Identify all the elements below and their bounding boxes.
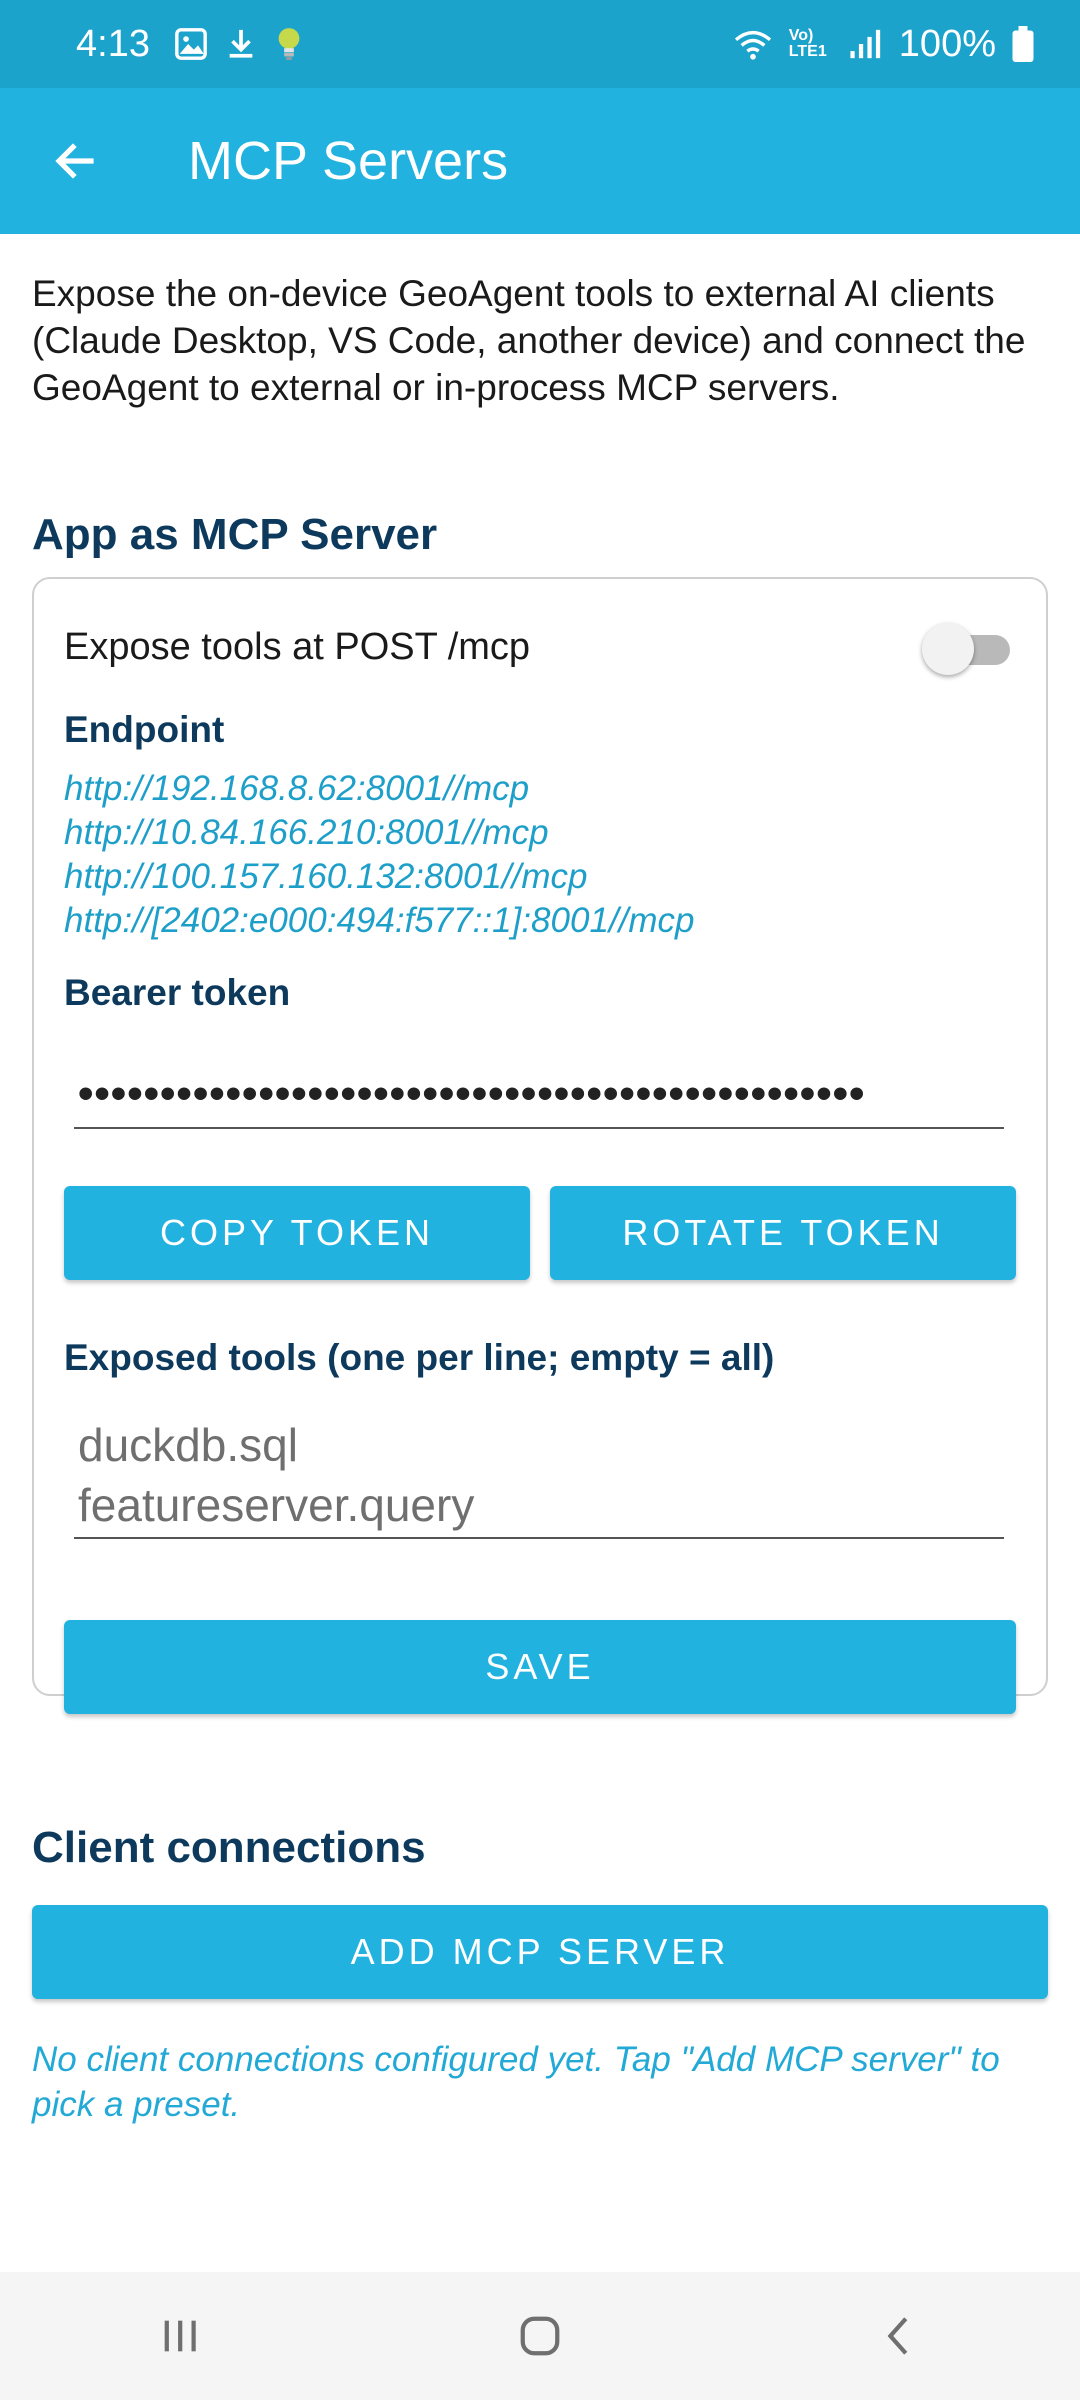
back-nav-icon: [887, 2317, 908, 2355]
recent-apps-icon: [164, 2320, 196, 2352]
copy-token-button[interactable]: COPY TOKEN: [64, 1186, 530, 1280]
home-icon: [520, 2316, 560, 2356]
switch-thumb: [922, 623, 974, 675]
endpoint-url[interactable]: http://100.157.160.132:8001//mcp: [64, 855, 694, 899]
expose-tools-row[interactable]: Expose tools at POST /mcp: [64, 617, 1014, 677]
status-bar-right: Vo) LTE1 100%: [733, 23, 1034, 66]
lightbulb-icon: [274, 26, 304, 62]
battery-icon: [1012, 26, 1034, 62]
server-card: Expose tools at POST /mcp Endpoint http:…: [32, 577, 1048, 1714]
network-type: Vo) LTE1: [788, 27, 827, 60]
back-nav-button[interactable]: [840, 2286, 960, 2386]
signal-icon: [849, 28, 883, 60]
bearer-token-field[interactable]: ••••••••••••••••••••••••••••••••••••••••…: [74, 1061, 1004, 1129]
exposed-tools-input[interactable]: duckdb.sql featureserver.query: [74, 1411, 1004, 1539]
add-mcp-server-button[interactable]: ADD MCP SERVER: [32, 1905, 1048, 1999]
back-button[interactable]: [0, 88, 150, 234]
section-title-clients: Client connections: [32, 1823, 426, 1872]
download-icon: [224, 27, 258, 61]
expose-tools-label: Expose tools at POST /mcp: [64, 625, 531, 668]
status-bar: 4:13 Vo) LTE1 100%: [0, 0, 1080, 88]
gallery-icon: [174, 27, 208, 61]
battery-percent: 100%: [898, 22, 996, 65]
tools-placeholder-line: duckdb.sql: [78, 1419, 298, 1471]
system-nav-bar: [0, 2272, 1080, 2400]
wifi-icon: [733, 27, 773, 61]
endpoint-list: http://192.168.8.62:8001//mcp http://10.…: [64, 767, 694, 943]
app-bar: MCP Servers: [0, 88, 1080, 234]
section-title-server: App as MCP Server: [32, 510, 438, 559]
endpoint-url[interactable]: http://192.168.8.62:8001//mcp: [64, 767, 694, 811]
status-bar-left: 4:13: [76, 23, 304, 66]
empty-clients-message: No client connections configured yet. Ta…: [32, 2040, 1000, 2124]
endpoint-label: Endpoint: [64, 709, 225, 750]
rotate-token-button[interactable]: ROTATE TOKEN: [550, 1186, 1016, 1280]
status-time: 4:13: [76, 22, 150, 65]
arrow-back-icon: [55, 143, 94, 179]
save-button[interactable]: SAVE: [64, 1620, 1016, 1714]
page-title: MCP Servers: [188, 131, 509, 191]
tools-placeholder-line: featureserver.query: [78, 1479, 475, 1531]
home-button[interactable]: [480, 2286, 600, 2386]
endpoint-url[interactable]: http://10.84.166.210:8001//mcp: [64, 811, 694, 855]
exposed-tools-label: Exposed tools (one per line; empty = all…: [64, 1337, 775, 1378]
expose-tools-switch[interactable]: [922, 617, 1014, 677]
bearer-token-label: Bearer token: [64, 972, 291, 1013]
intro-text: Expose the on-device GeoAgent tools to e…: [32, 273, 1026, 408]
endpoint-url[interactable]: http://[2402:e000:494:f577::1]:8001//mcp: [64, 899, 694, 943]
recent-apps-button[interactable]: [120, 2286, 240, 2386]
